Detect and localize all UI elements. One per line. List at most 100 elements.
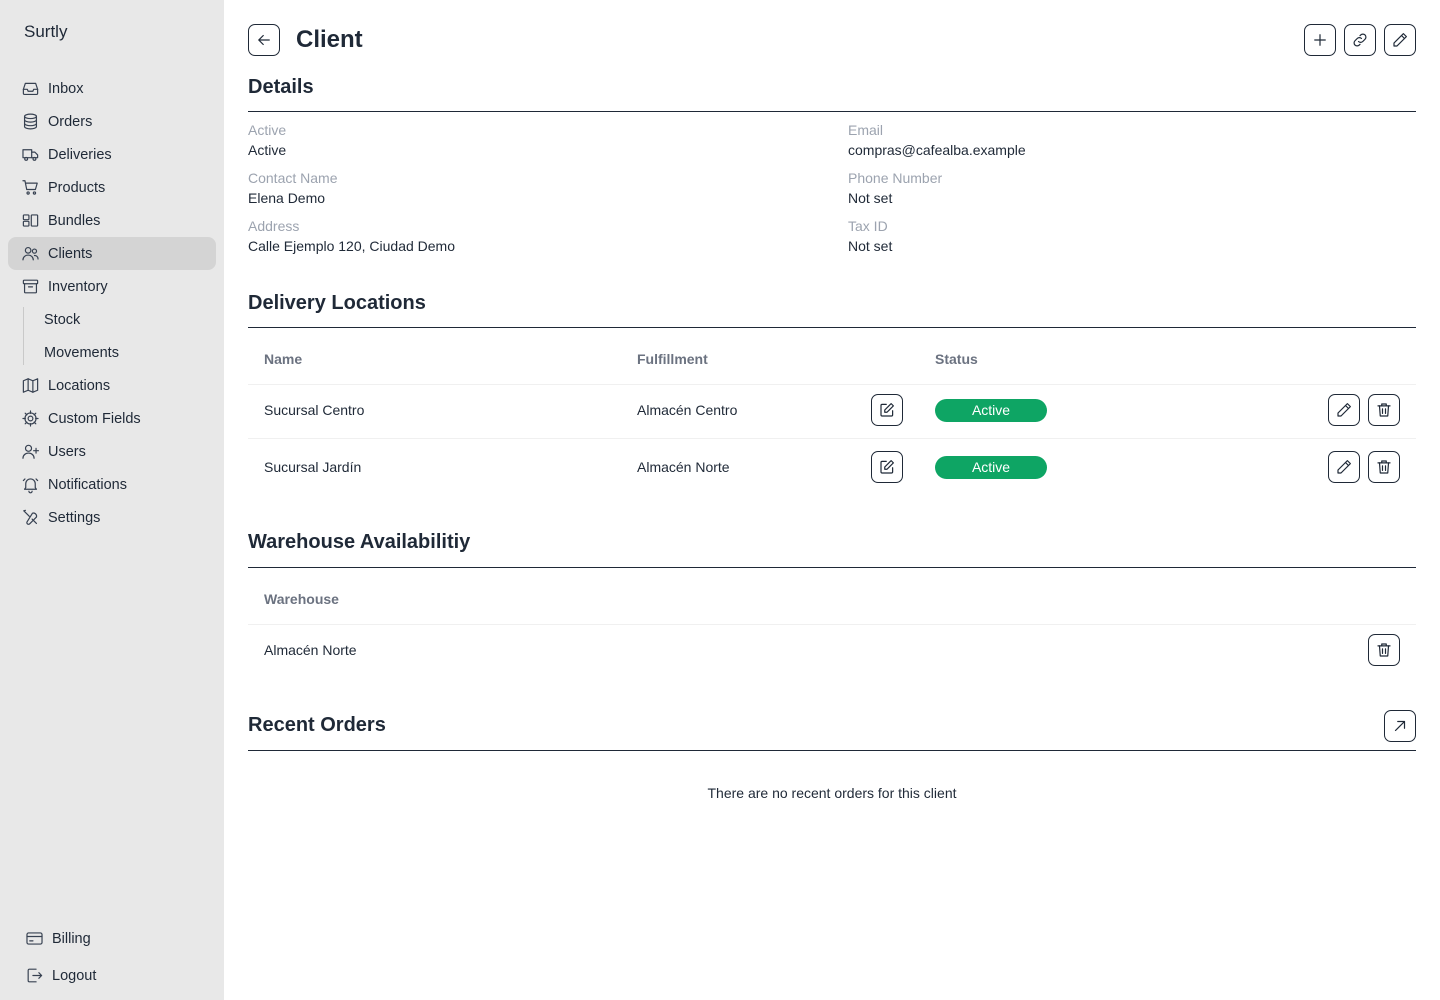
truck-icon (20, 145, 40, 165)
back-button[interactable] (248, 24, 280, 56)
users-icon (20, 244, 40, 264)
delete-location-button[interactable] (1368, 451, 1400, 483)
details-title: Details (248, 76, 314, 98)
field-label: Contact Name (248, 170, 338, 186)
sidebar-item-inventory[interactable]: Inventory (8, 270, 216, 303)
field-active: Active Active (248, 122, 808, 158)
sidebar-item-label: Notifications (48, 476, 127, 493)
sidebar-item-label: Inventory (48, 278, 108, 295)
recent-orders-title: Recent Orders (248, 714, 386, 736)
sidebar-item-billing[interactable]: Billing (16, 920, 216, 957)
edit-square-icon (880, 403, 894, 417)
link-button[interactable] (1344, 24, 1376, 56)
archive-icon (20, 277, 40, 297)
delivery-table-header: Name Fulfillment Status (248, 333, 1416, 385)
sidebar-item-movements[interactable]: Movements (44, 336, 216, 369)
delete-location-button[interactable] (1368, 394, 1400, 426)
sidebar-item-label: Users (48, 443, 86, 460)
sidebar-item-label: Custom Fields (48, 410, 141, 427)
sidebar-item-products[interactable]: Products (8, 171, 216, 204)
sidebar-item-label: Inbox (48, 80, 84, 97)
sidebar-nav: Inbox Orders Deliveries Products Bundles… (8, 72, 216, 534)
sidebar-item-locations[interactable]: Locations (8, 369, 216, 402)
field-label: Address (248, 218, 300, 234)
header-actions (1304, 24, 1416, 56)
inbox-icon (20, 79, 40, 99)
recent-orders-divider (248, 750, 1416, 751)
details-divider (248, 111, 1416, 112)
sidebar-item-label: Bundles (48, 212, 101, 229)
sidebar-item-inbox[interactable]: Inbox (8, 72, 216, 105)
location-name: Sucursal Centro (264, 402, 365, 418)
sidebar-item-label: Logout (52, 967, 97, 984)
field-phone-number: Phone Number Not set (848, 170, 1408, 206)
trash-icon (1377, 403, 1391, 417)
field-value: Active (248, 142, 287, 158)
bell-icon (20, 475, 40, 495)
field-value: Calle Ejemplo 120, Ciudad Demo (248, 238, 455, 254)
delete-warehouse-button[interactable] (1368, 634, 1400, 666)
column-header-fulfillment: Fulfillment (637, 351, 708, 367)
sidebar-item-custom-fields[interactable]: Custom Fields (8, 402, 216, 435)
plus-icon (1314, 34, 1326, 46)
warehouse-name: Almacén Norte (264, 642, 357, 658)
edit-square-icon (880, 460, 894, 474)
link-icon (1353, 33, 1367, 47)
sidebar-item-label: Locations (48, 377, 111, 394)
field-address: Address Calle Ejemplo 120, Ciudad Demo (248, 218, 808, 254)
field-value: Elena Demo (248, 190, 326, 206)
table-row: Sucursal Jardín Almacén Norte Active (248, 439, 1416, 496)
empty-state-message: There are no recent orders for this clie… (707, 785, 957, 801)
logout-icon (24, 966, 44, 986)
sidebar-item-logout[interactable]: Logout (16, 957, 216, 994)
location-fulfillment: Almacén Centro (637, 402, 738, 418)
column-header-status: Status (935, 351, 978, 367)
tools-icon (20, 508, 40, 528)
sidebar-item-deliveries[interactable]: Deliveries (8, 138, 216, 171)
arrow-up-right-icon (1394, 720, 1406, 732)
edit-fulfillment-button[interactable] (871, 394, 903, 426)
user-plus-icon (20, 442, 40, 462)
bundle-icon (20, 211, 40, 231)
edit-location-button[interactable] (1328, 394, 1360, 426)
sidebar-item-stock[interactable]: Stock (44, 303, 216, 336)
field-value: compras@cafealba.example (848, 142, 1026, 158)
sidebar-item-settings[interactable]: Settings (8, 501, 216, 534)
open-orders-button[interactable] (1384, 710, 1416, 742)
sidebar-item-notifications[interactable]: Notifications (8, 468, 216, 501)
add-button[interactable] (1304, 24, 1336, 56)
cog-icon (20, 409, 40, 429)
trash-icon (1377, 643, 1391, 657)
sidebar-item-label: Movements (44, 344, 119, 361)
pencil-icon (1337, 403, 1351, 417)
sidebar-item-label: Clients (48, 245, 93, 262)
sidebar-item-orders[interactable]: Orders (8, 105, 216, 138)
pencil-icon (1337, 460, 1351, 474)
page-title: Client (296, 26, 363, 53)
field-label: Active (248, 122, 287, 138)
inventory-subnav: Stock Movements (23, 303, 216, 369)
field-label: Phone Number (848, 170, 943, 186)
sidebar-item-label: Stock (44, 311, 81, 328)
sidebar-item-bundles[interactable]: Bundles (8, 204, 216, 237)
sidebar-item-label: Products (48, 179, 106, 196)
page-header: Client (248, 24, 1416, 56)
edit-location-button[interactable] (1328, 451, 1360, 483)
sidebar-item-clients[interactable]: Clients (8, 237, 216, 270)
database-icon (20, 112, 40, 132)
location-name: Sucursal Jardín (264, 459, 362, 475)
warehouse-title: Warehouse Availabilitiy (248, 531, 471, 553)
cart-icon (20, 178, 40, 198)
sidebar-item-label: Deliveries (48, 146, 112, 163)
sidebar-item-label: Settings (48, 509, 101, 526)
edit-client-button[interactable] (1384, 24, 1416, 56)
field-label: Tax ID (848, 218, 888, 234)
delivery-locations-title: Delivery Locations (248, 292, 426, 314)
delivery-locations-divider (248, 327, 1416, 328)
field-value: Not set (848, 238, 893, 254)
column-header-name: Name (264, 351, 303, 367)
arrow-left-icon (258, 34, 270, 46)
sidebar-item-users[interactable]: Users (8, 435, 216, 468)
field-email: Email compras@cafealba.example (848, 122, 1408, 158)
edit-fulfillment-button[interactable] (871, 451, 903, 483)
